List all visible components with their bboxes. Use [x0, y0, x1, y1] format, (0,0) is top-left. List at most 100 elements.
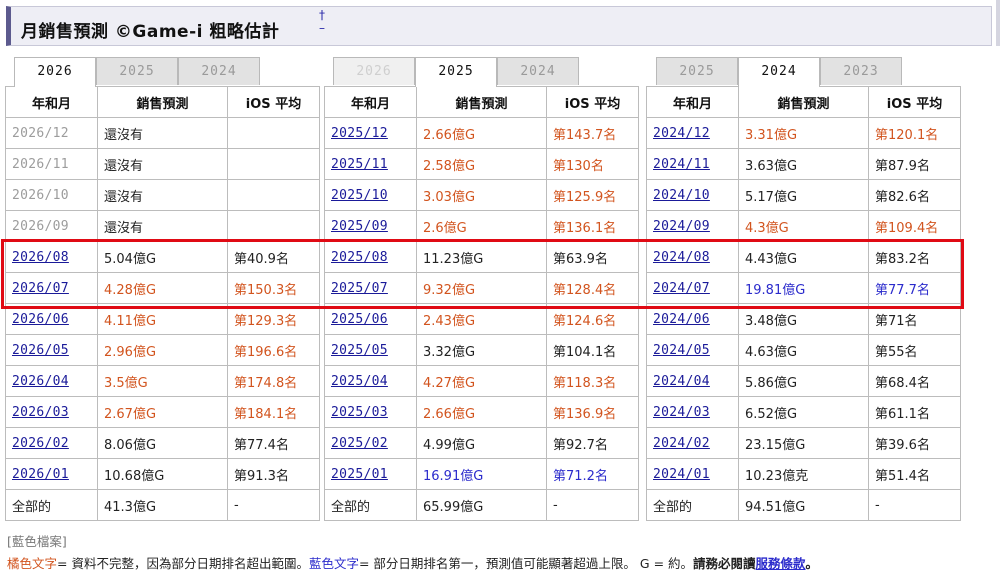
month-link[interactable]: 2025/12	[331, 126, 388, 141]
cell-sales: 5.04億G	[97, 241, 228, 273]
cell-sales: 還沒有	[97, 179, 228, 211]
month-link[interactable]: 2024/03	[653, 405, 710, 420]
cell-ios-rank: 第130名	[546, 148, 639, 180]
collapse-toggle-icon[interactable]: † –	[315, 9, 329, 43]
month-link[interactable]: 2024/11	[653, 157, 710, 172]
table-row: 2024/01 10.23億克 第51.4名	[646, 458, 961, 490]
cell-ios-rank: -	[546, 489, 639, 521]
year-tab[interactable]: 2023	[820, 57, 902, 85]
cell-sales: 65.99億G	[416, 489, 547, 521]
cell-date: 2024/07	[646, 272, 739, 304]
month-link[interactable]: 2024/10	[653, 188, 710, 203]
month-link[interactable]: 2026/06	[12, 312, 69, 327]
cell-sales: 還沒有	[97, 148, 228, 180]
column-header-sales: 銷售預測	[738, 86, 869, 118]
cell-ios-rank: 第83.2名	[868, 241, 961, 273]
month-link[interactable]: 2025/07	[331, 281, 388, 296]
legend-orange-text: = 資料不完整，因為部分日期排名超出範圍。	[57, 556, 309, 571]
year-tab[interactable]: 2025	[96, 57, 178, 85]
month-link[interactable]: 2024/01	[653, 467, 710, 482]
cell-date: 2026/02	[5, 427, 98, 459]
month-link[interactable]: 2025/09	[331, 219, 388, 234]
cell-date: 2024/03	[646, 396, 739, 428]
cell-sales: 3.32億G	[416, 334, 547, 366]
cell-ios-rank: 第91.3名	[227, 458, 320, 490]
month-link[interactable]: 2024/12	[653, 126, 710, 141]
month-link[interactable]: 2024/02	[653, 436, 710, 451]
month-link[interactable]: 2026/08	[12, 250, 69, 265]
cell-sales: 4.43億G	[738, 241, 869, 273]
cell-date: 2024/04	[646, 365, 739, 397]
cell-date: 全部的	[646, 489, 739, 521]
table-row: 2026/12 還沒有	[5, 117, 320, 149]
year-tab[interactable]: 2025	[656, 57, 738, 85]
cell-ios-rank: 第77.7名	[868, 272, 961, 304]
month-link[interactable]: 2026/05	[12, 343, 69, 358]
column-header-sales: 銷售預測	[97, 86, 228, 118]
cell-date: 2025/05	[324, 334, 417, 366]
year-tab[interactable]: 2026	[333, 57, 415, 85]
sales-table-panel-2: 年和月 銷售預測 iOS 平均 2025/12 2.66億G 第143.7名 2025…	[324, 86, 639, 521]
month-link[interactable]: 2026/03	[12, 405, 69, 420]
month-link[interactable]: 2025/11	[331, 157, 388, 172]
month-link[interactable]: 2024/07	[653, 281, 710, 296]
scrollbar[interactable]	[996, 0, 1000, 46]
cell-sales: 19.81億G	[738, 272, 869, 304]
table-row: 2024/12 3.31億G 第120.1名	[646, 117, 961, 149]
cell-date: 全部的	[324, 489, 417, 521]
cell-date: 2026/11	[5, 148, 98, 180]
cell-ios-rank: 第82.6名	[868, 179, 961, 211]
month-link[interactable]: 2025/04	[331, 374, 388, 389]
toggle-bottom-glyph: –	[319, 21, 325, 35]
year-tab[interactable]: 2024	[497, 57, 579, 85]
legend: [藍色檔案] 橘色文字= 資料不完整，因為部分日期排名超出範圍。藍色文字= 部分…	[7, 531, 818, 572]
cell-date: 2024/08	[646, 241, 739, 273]
month-link[interactable]: 2024/05	[653, 343, 710, 358]
sales-table-panel-1: 年和月 銷售預測 iOS 平均 2026/12 還沒有 2026/11 還沒有 2026…	[5, 86, 320, 521]
cell-date: 2025/04	[324, 365, 417, 397]
cell-sales: 9.32億G	[416, 272, 547, 304]
cell-ios-rank: 第87.9名	[868, 148, 961, 180]
cell-sales: 2.43億G	[416, 303, 547, 335]
cell-date: 2026/12	[5, 117, 98, 149]
month-link[interactable]: 2026/04	[12, 374, 69, 389]
cell-sales: 94.51億G	[738, 489, 869, 521]
month-link[interactable]: 2026/02	[12, 436, 69, 451]
month-link[interactable]: 2024/04	[653, 374, 710, 389]
cell-date: 2025/09	[324, 210, 417, 242]
table-row: 全部的 94.51億G -	[646, 489, 961, 521]
cell-ios-rank: 第71名	[868, 303, 961, 335]
month-link[interactable]: 2026/01	[12, 467, 69, 482]
month-label: 全部的	[12, 499, 52, 515]
month-link[interactable]: 2026/07	[12, 281, 69, 296]
month-link[interactable]: 2025/02	[331, 436, 388, 451]
month-link[interactable]: 2025/03	[331, 405, 388, 420]
table-row: 2024/11 3.63億G 第87.9名	[646, 148, 961, 180]
year-tab[interactable]: 2024	[738, 57, 820, 87]
month-link[interactable]: 2025/06	[331, 312, 388, 327]
table-row: 2024/04 5.86億G 第68.4名	[646, 365, 961, 397]
cell-ios-rank: -	[868, 489, 961, 521]
terms-link[interactable]: 服務條款	[756, 556, 806, 571]
month-link[interactable]: 2025/05	[331, 343, 388, 358]
month-link[interactable]: 2025/01	[331, 467, 388, 482]
cell-ios-rank: 第71.2名	[546, 458, 639, 490]
cell-date: 2026/07	[5, 272, 98, 304]
month-link[interactable]: 2024/08	[653, 250, 710, 265]
cell-date: 2026/04	[5, 365, 98, 397]
year-tab[interactable]: 2024	[178, 57, 260, 85]
cell-ios-rank: 第184.1名	[227, 396, 320, 428]
month-link[interactable]: 2025/10	[331, 188, 388, 203]
month-link[interactable]: 2025/08	[331, 250, 388, 265]
month-link[interactable]: 2024/06	[653, 312, 710, 327]
column-header-date: 年和月	[324, 86, 417, 118]
page-header: 月銷售預測 ©Game-i 粗略估計 † –	[6, 6, 992, 46]
month-link[interactable]: 2024/09	[653, 219, 710, 234]
cell-date: 全部的	[5, 489, 98, 521]
year-tab[interactable]: 2025	[415, 57, 497, 87]
table-row: 2026/09 還沒有	[5, 210, 320, 242]
cell-sales: 還沒有	[97, 210, 228, 242]
cell-sales: 2.66億G	[416, 396, 547, 428]
year-tab[interactable]: 2026	[14, 57, 96, 87]
column-header-date: 年和月	[646, 86, 739, 118]
